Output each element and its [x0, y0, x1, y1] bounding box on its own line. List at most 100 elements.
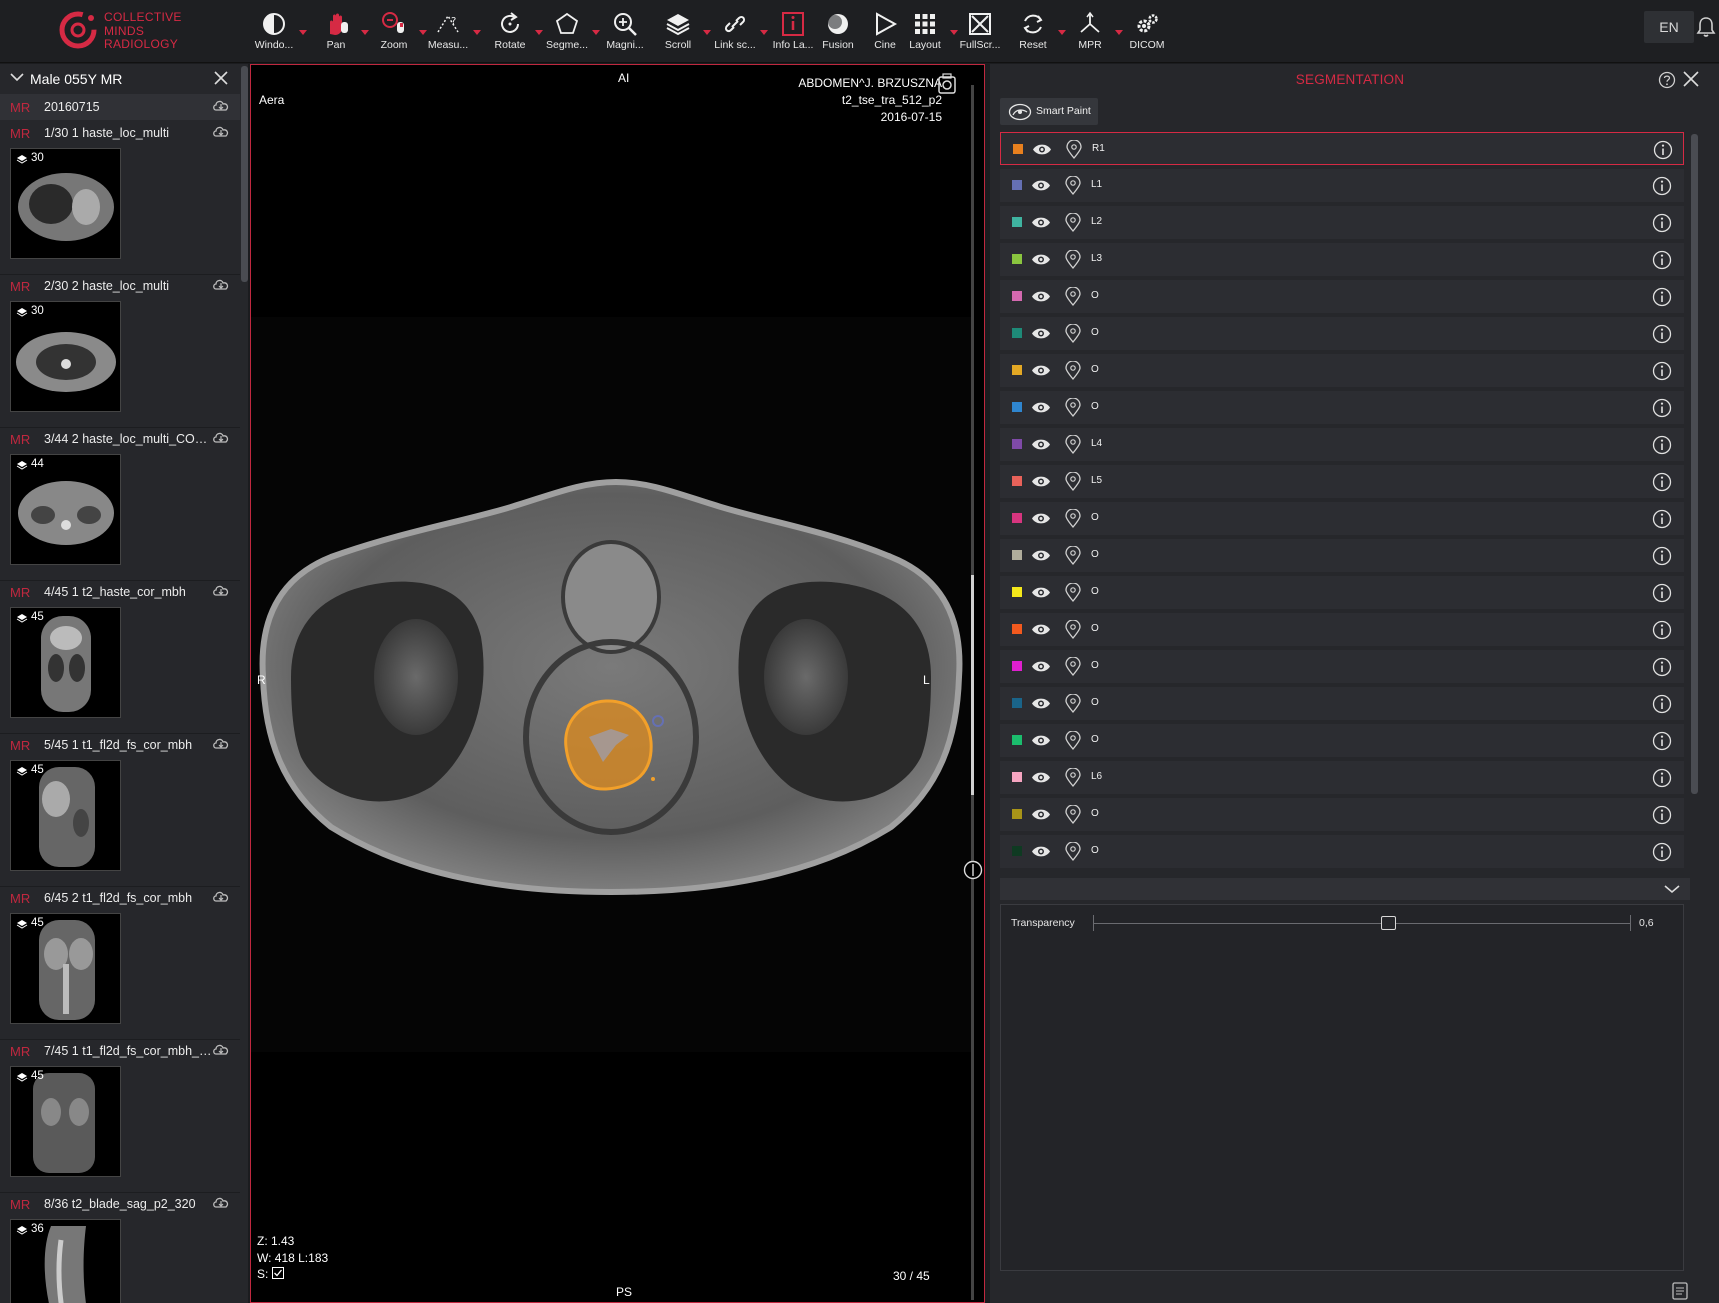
segment-row[interactable]: O [1000, 502, 1684, 535]
location-pin-icon[interactable] [1065, 398, 1081, 417]
series-thumbnail[interactable]: 30 [10, 301, 121, 412]
cloud-download-icon[interactable] [212, 278, 230, 292]
study-row[interactable]: MR 20160715 [0, 94, 240, 120]
segment-color-swatch[interactable] [1012, 513, 1022, 523]
segment-color-swatch[interactable] [1012, 439, 1022, 449]
eye-icon[interactable] [1031, 327, 1051, 340]
series-thumbnail[interactable]: 45 [10, 1066, 121, 1177]
help-icon[interactable] [1658, 71, 1676, 89]
segment-color-swatch[interactable] [1012, 254, 1022, 264]
segment-color-swatch[interactable] [1012, 291, 1022, 301]
location-pin-icon[interactable] [1065, 435, 1081, 454]
tool-fullscreen-button[interactable]: FullScr... [957, 10, 1003, 56]
location-pin-icon[interactable] [1065, 583, 1081, 602]
location-pin-icon[interactable] [1066, 140, 1082, 159]
notification-bell-icon[interactable] [1696, 16, 1716, 38]
eye-icon[interactable] [1032, 143, 1052, 156]
tool-window-button[interactable]: Windo... [251, 10, 307, 56]
segment-color-swatch[interactable] [1012, 772, 1022, 782]
eye-icon[interactable] [1031, 808, 1051, 821]
tool-rotate-button[interactable]: Rotate [487, 10, 543, 56]
slice-handle-icon[interactable] [963, 860, 983, 880]
sync-checkbox[interactable] [271, 1267, 284, 1279]
location-pin-icon[interactable] [1065, 546, 1081, 565]
location-pin-icon[interactable] [1065, 805, 1081, 824]
segment-row[interactable]: L4 [1000, 428, 1684, 461]
info-icon[interactable] [1652, 361, 1672, 381]
segment-row[interactable]: O [1000, 280, 1684, 313]
tool-link-button[interactable]: Link sc... [712, 10, 768, 56]
info-icon[interactable] [1652, 583, 1672, 603]
segment-color-swatch[interactable] [1012, 846, 1022, 856]
close-icon[interactable] [214, 71, 228, 85]
transparency-slider-track[interactable] [1093, 923, 1631, 924]
location-pin-icon[interactable] [1065, 620, 1081, 639]
dropdown-caret-icon[interactable] [361, 30, 369, 35]
chevron-down-icon[interactable] [10, 72, 24, 82]
cloud-download-icon[interactable] [212, 125, 230, 139]
tool-segment-button[interactable]: Segme... [544, 10, 600, 56]
tool-pan-button[interactable]: Pan [313, 10, 369, 56]
info-icon[interactable] [1652, 546, 1672, 566]
transparency-slider-thumb[interactable] [1380, 916, 1396, 930]
segment-color-swatch[interactable] [1013, 144, 1023, 154]
segment-row[interactable]: L6 [1000, 761, 1684, 794]
segment-row[interactable]: O [1000, 798, 1684, 831]
location-pin-icon[interactable] [1065, 731, 1081, 750]
info-icon[interactable] [1652, 805, 1672, 825]
close-icon[interactable] [1683, 71, 1699, 87]
segment-row[interactable]: R1 [1000, 132, 1684, 165]
series-item[interactable]: MR 7/45 1 t1_fl2d_fs_cor_mbh_CO... 45 [0, 1040, 240, 1193]
info-icon[interactable] [1652, 842, 1672, 862]
tool-dicom-button[interactable]: DICOM [1124, 10, 1170, 56]
info-icon[interactable] [1652, 509, 1672, 529]
tool-scroll-button[interactable]: Scroll [655, 10, 711, 56]
segment-color-swatch[interactable] [1012, 402, 1022, 412]
segment-row[interactable]: O [1000, 354, 1684, 387]
eye-icon[interactable] [1031, 290, 1051, 303]
eye-icon[interactable] [1031, 512, 1051, 525]
info-icon[interactable] [1652, 250, 1672, 270]
info-icon[interactable] [1652, 213, 1672, 233]
info-icon[interactable] [1652, 731, 1672, 751]
smart-paint-button[interactable]: Smart Paint [1000, 98, 1098, 125]
cloud-download-icon[interactable] [212, 431, 230, 445]
series-item[interactable]: MR 5/45 1 t1_fl2d_fs_cor_mbh 45 [0, 734, 240, 887]
info-icon[interactable] [1652, 620, 1672, 640]
segment-row[interactable]: L3 [1000, 243, 1684, 276]
segment-color-swatch[interactable] [1012, 735, 1022, 745]
location-pin-icon[interactable] [1065, 694, 1081, 713]
cloud-download-icon[interactable] [212, 737, 230, 751]
tool-layout-button[interactable]: Layout [902, 10, 958, 56]
segment-scrollbar[interactable] [1691, 134, 1698, 794]
location-pin-icon[interactable] [1065, 768, 1081, 787]
series-item[interactable]: MR 8/36 t2_blade_sag_p2_320 36 [0, 1193, 240, 1303]
eye-icon[interactable] [1031, 845, 1051, 858]
segment-row[interactable]: O [1000, 613, 1684, 646]
snapshot-icon[interactable] [937, 73, 957, 95]
image-viewport[interactable]: AI Aera ABDOMEN^J. BRZUSZNA t2_tse_tra_5… [250, 64, 985, 1303]
cloud-download-icon[interactable] [212, 99, 230, 113]
segment-color-swatch[interactable] [1012, 809, 1022, 819]
location-pin-icon[interactable] [1065, 287, 1081, 306]
segment-row[interactable]: L2 [1000, 206, 1684, 239]
segment-color-swatch[interactable] [1012, 180, 1022, 190]
segment-color-swatch[interactable] [1012, 217, 1022, 227]
segment-row[interactable]: L1 [1000, 169, 1684, 202]
dropdown-caret-icon[interactable] [299, 30, 307, 35]
info-icon[interactable] [1652, 768, 1672, 788]
segment-row[interactable]: O [1000, 687, 1684, 720]
segment-color-swatch[interactable] [1012, 328, 1022, 338]
series-thumbnail[interactable]: 36 [10, 1219, 121, 1303]
location-pin-icon[interactable] [1065, 361, 1081, 380]
eye-icon[interactable] [1031, 623, 1051, 636]
segment-row[interactable]: L5 [1000, 465, 1684, 498]
series-item[interactable]: MR 2/30 2 haste_loc_multi 30 [0, 275, 240, 428]
chevron-down-icon[interactable] [1664, 884, 1680, 894]
series-thumbnail[interactable]: 45 [10, 913, 121, 1024]
series-scrollbar[interactable] [241, 66, 248, 282]
dropdown-caret-icon[interactable] [760, 30, 768, 35]
eye-icon[interactable] [1031, 438, 1051, 451]
info-icon[interactable] [1652, 657, 1672, 677]
location-pin-icon[interactable] [1065, 324, 1081, 343]
